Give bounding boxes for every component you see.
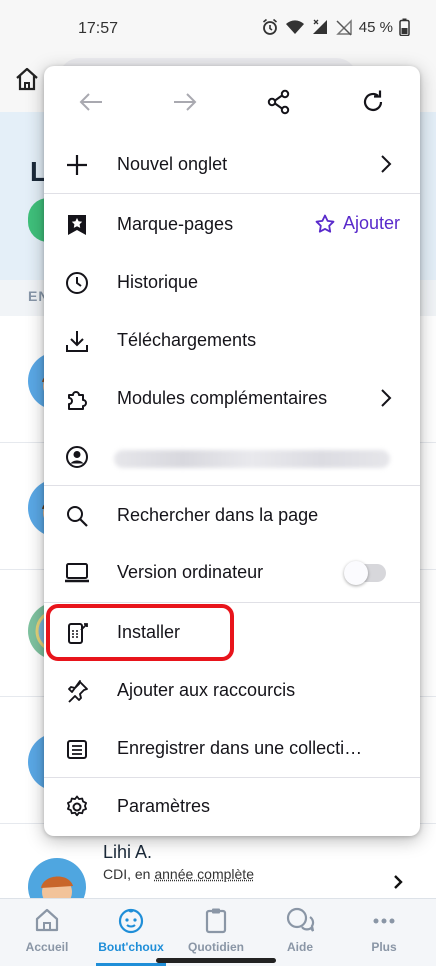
menu-item-label: Modules complémentaires	[117, 388, 328, 408]
download-icon	[64, 328, 90, 354]
menu-item-bookmarks[interactable]: Marque-pages Ajouter	[44, 196, 420, 254]
bookmark-star-icon	[64, 212, 90, 238]
nav-label: Accueil	[25, 940, 69, 954]
menu-divider	[44, 485, 420, 486]
chevron-right-icon[interactable]	[392, 874, 404, 895]
plus-icon	[64, 152, 90, 178]
wifi-icon	[285, 19, 305, 35]
kid-name: Lihi A.	[103, 842, 153, 862]
nav-item-accueil[interactable]: Accueil	[7, 906, 87, 954]
menu-item-addons[interactable]: Modules complémentaires	[44, 370, 420, 428]
install-highlight-annotation	[46, 604, 234, 661]
kid-contract-period[interactable]: année complète	[154, 866, 254, 882]
menu-item-label: Version ordinateur	[117, 562, 264, 582]
kid-contract-type: CDI, en	[103, 866, 151, 882]
menu-item-label: Marque-pages	[117, 214, 234, 234]
reload-icon[interactable]	[357, 86, 389, 118]
battery-percent: 45 %	[358, 18, 393, 36]
no-signal-icon	[335, 18, 353, 36]
menu-item-label: Paramètres	[117, 796, 211, 816]
home-icon[interactable]	[14, 66, 40, 97]
desktop-site-toggle[interactable]	[344, 561, 386, 585]
alarm-icon	[261, 18, 279, 36]
browser-menu: Nouvel onglet Marque-pages Ajouter Histo…	[44, 66, 420, 836]
screen: 17:57 45 % L EN Lihi A. CDI, en année co…	[0, 0, 436, 966]
baby-face-icon	[91, 906, 171, 936]
menu-divider	[44, 193, 420, 194]
clipboard-icon	[176, 906, 256, 936]
menu-item-add-shortcut[interactable]: Ajouter aux raccourcis	[44, 662, 420, 720]
pin-icon	[64, 678, 90, 704]
nav-item-boutchoux[interactable]: Bout'choux	[91, 906, 171, 954]
account-email-redacted	[114, 450, 390, 468]
collection-icon	[64, 736, 90, 762]
chevron-right-icon	[380, 388, 392, 413]
menu-item-label: Téléchargements	[117, 330, 257, 350]
more-dots-icon	[344, 906, 424, 936]
chat-bubbles-icon	[260, 906, 340, 936]
kid-contract: CDI, en année complète	[103, 866, 254, 882]
nav-label: Bout'choux	[98, 940, 164, 954]
menu-item-find-in-page[interactable]: Rechercher dans la page	[44, 487, 420, 545]
menu-item-label: Rechercher dans la page	[117, 505, 319, 525]
back-arrow-icon[interactable]	[75, 86, 107, 118]
star-outline-icon	[315, 214, 335, 233]
menu-item-label: Enregistrer dans une collecti…	[117, 738, 363, 758]
menu-toolbar	[44, 66, 420, 136]
nav-item-aide[interactable]: Aide	[260, 906, 340, 954]
nav-item-quotidien[interactable]: Quotidien	[176, 906, 256, 954]
nav-label: Aide	[286, 940, 313, 954]
add-bookmark-button[interactable]: Ajouter	[315, 213, 400, 234]
menu-item-save-collection[interactable]: Enregistrer dans une collecti…	[44, 720, 420, 778]
battery-icon	[399, 18, 410, 36]
menu-item-label: Ajouter aux raccourcis	[117, 680, 296, 700]
add-bookmark-label: Ajouter	[342, 213, 400, 233]
account-avatar-icon	[64, 444, 90, 470]
laptop-icon	[64, 560, 90, 586]
gear-icon	[64, 794, 90, 820]
status-icons: 45 %	[261, 18, 410, 36]
search-icon	[64, 503, 90, 529]
menu-item-downloads[interactable]: Téléchargements	[44, 312, 420, 370]
menu-item-new-tab[interactable]: Nouvel onglet	[44, 136, 420, 194]
house-icon	[7, 906, 87, 936]
chevron-right-icon	[380, 154, 392, 179]
menu-item-label: Historique	[117, 272, 199, 292]
nav-label: Quotidien	[188, 940, 244, 954]
menu-item-account[interactable]	[44, 428, 420, 486]
forward-arrow-icon[interactable]	[169, 86, 201, 118]
status-bar: 17:57 45 %	[0, 0, 436, 56]
nav-item-plus[interactable]: Plus	[344, 906, 424, 954]
share-icon[interactable]	[263, 86, 295, 118]
signal-icon	[311, 18, 329, 36]
menu-divider	[44, 602, 420, 603]
nav-label: Plus	[371, 940, 397, 954]
gesture-handle[interactable]	[156, 958, 276, 963]
toggle-knob	[344, 561, 368, 585]
menu-item-history[interactable]: Historique	[44, 254, 420, 312]
clock-icon	[64, 270, 90, 296]
status-time: 17:57	[78, 20, 119, 37]
puzzle-piece-icon	[64, 386, 90, 412]
menu-item-desktop-site[interactable]: Version ordinateur	[44, 544, 420, 602]
menu-item-label: Nouvel onglet	[117, 154, 228, 174]
menu-item-settings[interactable]: Paramètres	[44, 778, 420, 836]
